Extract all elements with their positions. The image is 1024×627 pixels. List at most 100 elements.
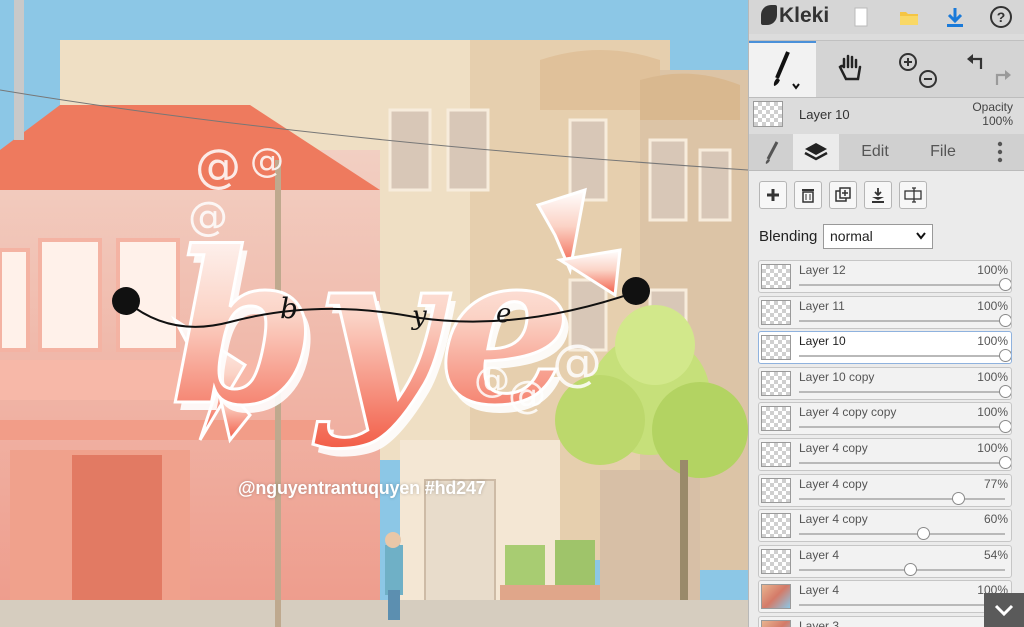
opacity-slider-track[interactable] — [799, 319, 1005, 322]
tab-brush[interactable] — [749, 134, 793, 170]
opacity-slider-knob[interactable] — [999, 384, 1011, 398]
layer-thumbnail — [761, 335, 791, 361]
opacity-slider-track[interactable] — [799, 284, 1005, 286]
chevron-down-icon — [994, 604, 1014, 616]
opacity-slider-knob[interactable] — [916, 527, 930, 541]
rename-layer-button[interactable] — [899, 181, 927, 209]
tab-edit[interactable]: Edit — [845, 134, 905, 170]
opacity-slider-track[interactable] — [799, 497, 1005, 500]
layer-row[interactable]: Layer 10 copy 100% — [758, 366, 1012, 400]
layer-opacity: 100% — [977, 334, 1008, 349]
layer-thumbnail — [761, 264, 791, 289]
hand-tool-button[interactable] — [819, 41, 883, 97]
inner-letter-b: b — [280, 292, 298, 325]
kleki-logo-icon — [761, 5, 777, 25]
chevron-down-icon — [916, 232, 926, 240]
layer-thumbnail — [761, 584, 791, 610]
drawing-canvas[interactable]: bye bye b y e @ @ @ @ @ @ @nguyentrantuq… — [0, 0, 748, 627]
layer-row[interactable]: Layer 11 100% — [758, 295, 1012, 329]
add-layer-button[interactable] — [759, 181, 787, 209]
rename-icon — [904, 187, 922, 203]
opacity-slider-knob[interactable] — [904, 562, 918, 576]
layer-name: Layer 4 copy — [799, 441, 868, 455]
layer-thumbnail — [761, 370, 791, 396]
delete-layer-button[interactable] — [794, 181, 822, 209]
layer-row[interactable]: Layer 4 54% — [758, 544, 1012, 578]
duplicate-layer-button[interactable] — [829, 181, 857, 209]
opacity-slider-track[interactable] — [799, 355, 1005, 358]
svg-text:@: @ — [508, 373, 546, 417]
layer-opacity: 100% — [977, 263, 1008, 277]
opacity-slider-track[interactable] — [799, 568, 1005, 571]
download-button[interactable] — [939, 1, 971, 33]
layer-row[interactable]: Layer 4 copy copy 100% — [758, 402, 1012, 436]
svg-text:@: @ — [250, 141, 284, 181]
zoom-out-icon[interactable] — [919, 70, 937, 88]
tab-file[interactable]: File — [913, 134, 973, 170]
svg-text:@: @ — [474, 360, 510, 401]
brush-tool-button[interactable] — [749, 41, 816, 97]
layer-opacity: 100% — [977, 405, 1008, 420]
layers-icon — [804, 143, 828, 161]
layer-name: Layer 10 — [799, 334, 846, 349]
merge-down-button[interactable] — [864, 181, 892, 209]
tab-layers[interactable] — [793, 134, 839, 170]
new-document-button[interactable] — [845, 1, 877, 33]
layer-row[interactable]: Layer 4 100% — [758, 580, 1012, 614]
layer-opacity: 100% — [977, 298, 1008, 313]
merge-down-icon — [872, 188, 884, 203]
opacity-slider-track[interactable] — [799, 533, 1005, 536]
line-dot-left — [112, 287, 140, 315]
svg-text:@: @ — [552, 334, 602, 392]
layer-name: Layer 12 — [799, 263, 846, 277]
brush-icon — [765, 141, 779, 164]
layer-opacity: 60% — [983, 512, 1008, 527]
top-bar: Kleki ? — [749, 0, 1024, 34]
layer-row[interactable]: Layer 4 copy 100% — [758, 438, 1012, 471]
layer-name: Layer 3 — [799, 619, 840, 627]
current-layer-thumbnail — [753, 101, 783, 127]
opacity-slider-knob[interactable] — [999, 313, 1011, 327]
current-layer-name: Layer 10 — [799, 107, 850, 122]
brush-icon — [773, 51, 800, 90]
scroll-down-button[interactable] — [984, 593, 1024, 627]
layer-thumbnail — [761, 299, 791, 325]
opacity-slider-track[interactable] — [799, 426, 1005, 429]
opacity-slider-knob[interactable] — [999, 420, 1011, 434]
help-button[interactable]: ? — [985, 1, 1017, 33]
tool-row — [749, 40, 1024, 98]
blending-select[interactable]: normal — [823, 224, 933, 249]
open-button[interactable] — [893, 1, 925, 33]
undo-redo-buttons — [954, 41, 1024, 97]
zoom-buttons — [887, 41, 947, 97]
line-dot-right — [622, 277, 650, 305]
opacity-slider-knob[interactable] — [999, 456, 1011, 469]
layer-row[interactable]: Layer 12 100% — [758, 260, 1012, 293]
opacity-slider-track[interactable] — [799, 390, 1005, 393]
undo-icon[interactable] — [967, 54, 983, 69]
layer-thumbnail — [761, 442, 791, 467]
opacity-slider-knob[interactable] — [999, 278, 1011, 291]
layer-thumbnail — [761, 406, 791, 432]
redo-icon[interactable] — [995, 70, 1011, 85]
layer-row[interactable]: Layer 4 copy 60% — [758, 509, 1012, 543]
panel-tabs: Edit File — [749, 134, 1024, 171]
blending-label: Blending — [759, 228, 818, 245]
trash-icon — [802, 189, 814, 203]
new-document-icon — [854, 7, 868, 27]
layer-row[interactable]: Layer 4 copy 77% — [758, 473, 1012, 507]
opacity-slider-track[interactable] — [799, 462, 1005, 464]
help-icon: ? — [990, 6, 1012, 28]
app-logo: Kleki — [761, 4, 829, 28]
side-panel: Kleki ? Layer 10 Opacity 100% Edit File … — [748, 0, 1024, 627]
more-menu-button[interactable] — [985, 134, 1015, 170]
opacity-slider-knob[interactable] — [951, 491, 965, 505]
watermark-text: @nguyentrantuquyen #hd247 — [238, 478, 486, 498]
zoom-in-icon[interactable] — [899, 53, 917, 71]
layer-opacity: 100% — [977, 441, 1008, 455]
layer-row[interactable]: Layer 10 100% — [758, 331, 1012, 365]
layer-row[interactable]: Layer 3 — [758, 616, 1012, 627]
opacity-slider-track[interactable] — [799, 604, 1005, 607]
opacity-slider-knob[interactable] — [999, 349, 1011, 363]
folder-icon — [900, 12, 918, 25]
